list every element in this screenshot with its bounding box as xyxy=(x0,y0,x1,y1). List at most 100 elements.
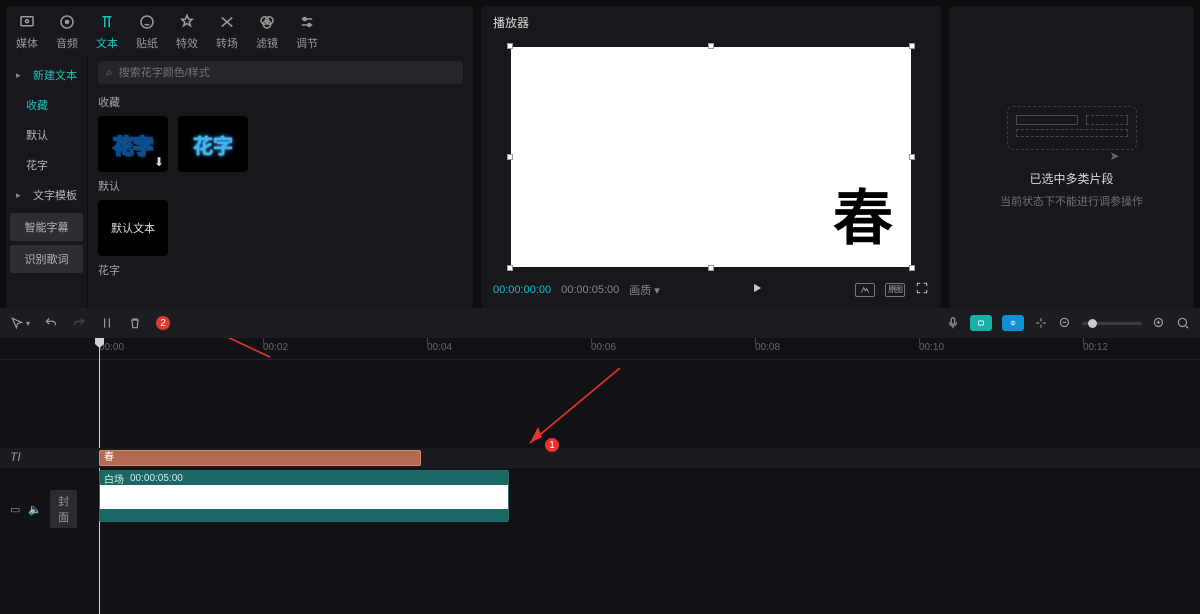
player-panel: 播放器 春 00:00:00:00 00:00:05:00 画质 ▾ xyxy=(481,6,941,308)
resize-handle[interactable] xyxy=(507,154,513,160)
resize-handle[interactable] xyxy=(507,43,513,49)
section-huazi: 花字 xyxy=(98,262,463,278)
tab-label: 转场 xyxy=(216,35,238,51)
player-controls: 00:00:00:00 00:00:05:00 画质 ▾ 原图 xyxy=(481,275,941,308)
magnet-icon[interactable] xyxy=(1034,316,1048,330)
timeline[interactable]: 00:00 00:02 00:04 00:06 00:08 00:10 00:1… xyxy=(0,338,1200,614)
ai-tool-1[interactable] xyxy=(970,315,992,331)
timeline-toolbar: ▾ 2 xyxy=(0,308,1200,338)
tab-label: 调节 xyxy=(296,35,318,51)
tab-text[interactable]: 文本 xyxy=(96,12,118,51)
ruler-tick: 00:12 xyxy=(1083,342,1108,353)
clip-audiowave xyxy=(100,509,508,521)
resize-handle[interactable] xyxy=(708,265,714,271)
mute-icon[interactable]: 🔈 xyxy=(28,503,42,516)
tab-adjust[interactable]: 调节 xyxy=(296,12,318,51)
quality-dropdown[interactable]: 画质 ▾ xyxy=(629,282,660,298)
side-smart-caption[interactable]: 智能字幕 xyxy=(10,213,83,241)
side-huazi[interactable]: 花字 xyxy=(10,151,83,179)
resize-handle[interactable] xyxy=(708,43,714,49)
text-icon xyxy=(97,12,117,32)
huazi-preset-1[interactable]: 花字 ⬇ xyxy=(98,116,168,172)
text-sidebar: ▸新建文本 收藏 默认 花字 ▸文字模板 智能字幕 识别歌词 xyxy=(6,55,88,308)
play-button[interactable] xyxy=(750,281,764,298)
multi-select-illustration: ➤ xyxy=(1007,106,1137,150)
zoom-slider[interactable] xyxy=(1082,322,1142,325)
huazi-preset-2[interactable]: 花字 xyxy=(178,116,248,172)
ruler-tick: 00:02 xyxy=(263,342,288,353)
sticker-icon xyxy=(137,12,157,32)
section-favorites: 收藏 xyxy=(98,94,463,110)
undo-button[interactable] xyxy=(44,316,58,330)
player-title: 播放器 xyxy=(481,6,941,39)
canvas-area[interactable]: 春 xyxy=(481,39,941,275)
clip-thumbnail xyxy=(100,485,508,509)
top-tabs: 媒体 音频 文本 贴纸 特效 xyxy=(6,6,473,55)
side-favorites[interactable]: 收藏 xyxy=(10,91,83,119)
tab-audio[interactable]: 音频 xyxy=(56,12,78,51)
props-title: 已选中多类片段 xyxy=(1029,170,1113,187)
text-clip[interactable]: 春 xyxy=(99,450,421,466)
tab-effect[interactable]: 特效 xyxy=(176,12,198,51)
split-button[interactable] xyxy=(100,316,114,330)
tab-filter[interactable]: 滤镜 xyxy=(256,12,278,51)
time-ruler[interactable]: 00:00 00:02 00:04 00:06 00:08 00:10 00:1… xyxy=(0,338,1200,360)
media-icon xyxy=(17,12,37,32)
preview-text[interactable]: 春 xyxy=(833,170,893,257)
pointer-tool[interactable]: ▾ xyxy=(10,316,30,330)
delete-button[interactable] xyxy=(128,316,142,330)
search-input[interactable] xyxy=(119,67,455,79)
clip-duration: 00:00:05:00 xyxy=(130,473,183,484)
clip-label: 春 xyxy=(104,452,114,463)
timecode-duration: 00:00:05:00 xyxy=(561,284,619,296)
ruler-tick: 00:04 xyxy=(427,342,452,353)
redo-button[interactable] xyxy=(72,316,86,330)
default-text-preset[interactable]: 默认文本 xyxy=(98,200,168,256)
tab-label: 特效 xyxy=(176,35,198,51)
tab-label: 音频 xyxy=(56,35,78,51)
filter-icon xyxy=(257,12,277,32)
download-icon: ⬇ xyxy=(154,155,164,169)
resize-handle[interactable] xyxy=(909,43,915,49)
side-default[interactable]: 默认 xyxy=(10,121,83,149)
chevron-right-icon: ▸ xyxy=(16,70,21,81)
ruler-tick: 00:10 xyxy=(919,342,944,353)
compare-icon[interactable] xyxy=(855,283,875,297)
annotation-number-1: 1 xyxy=(545,438,559,452)
ruler-tick: 00:08 xyxy=(755,342,780,353)
zoom-out-icon[interactable] xyxy=(1058,316,1072,330)
tab-sticker[interactable]: 贴纸 xyxy=(136,12,158,51)
search-icon: ⌕ xyxy=(106,65,113,80)
tab-label: 文本 xyxy=(96,35,118,51)
lock-icon[interactable]: ▭ xyxy=(10,503,20,516)
search-bar[interactable]: ⌕ xyxy=(98,61,463,84)
zoom-thumb[interactable] xyxy=(1088,319,1097,328)
resize-handle[interactable] xyxy=(507,265,513,271)
adjust-icon xyxy=(297,12,317,32)
ai-tool-2[interactable] xyxy=(1002,315,1024,331)
zoom-in-icon[interactable] xyxy=(1152,316,1166,330)
cover-button[interactable]: 封面 xyxy=(50,490,77,528)
mic-icon[interactable] xyxy=(946,316,960,330)
audio-icon xyxy=(57,12,77,32)
video-clip[interactable]: 白场 00:00:05:00 xyxy=(99,470,509,522)
zoom-fit-icon[interactable] xyxy=(1176,316,1190,330)
tab-media[interactable]: 媒体 xyxy=(16,12,38,51)
side-new-text[interactable]: ▸新建文本 xyxy=(10,61,83,89)
resize-handle[interactable] xyxy=(909,154,915,160)
annotation-arrow-1 xyxy=(510,363,630,453)
tab-label: 滤镜 xyxy=(256,35,278,51)
media-panel: 媒体 音频 文本 贴纸 特效 xyxy=(6,6,473,308)
resize-handle[interactable] xyxy=(909,265,915,271)
preview-canvas[interactable]: 春 xyxy=(511,47,911,267)
properties-panel: ➤ 已选中多类片段 当前状态下不能进行调参操作 xyxy=(949,6,1194,308)
tab-transition[interactable]: 转场 xyxy=(216,12,238,51)
tab-label: 媒体 xyxy=(16,35,38,51)
side-template[interactable]: ▸文字模板 xyxy=(10,181,83,209)
ratio-button[interactable]: 原图 xyxy=(885,283,905,297)
fullscreen-icon[interactable] xyxy=(915,281,929,298)
text-browser: ⌕ 收藏 花字 ⬇ 花字 默认 默 xyxy=(88,55,473,308)
badge-2: 2 xyxy=(156,316,170,330)
props-subtitle: 当前状态下不能进行调参操作 xyxy=(1000,193,1143,209)
side-lyrics[interactable]: 识别歌词 xyxy=(10,245,83,273)
